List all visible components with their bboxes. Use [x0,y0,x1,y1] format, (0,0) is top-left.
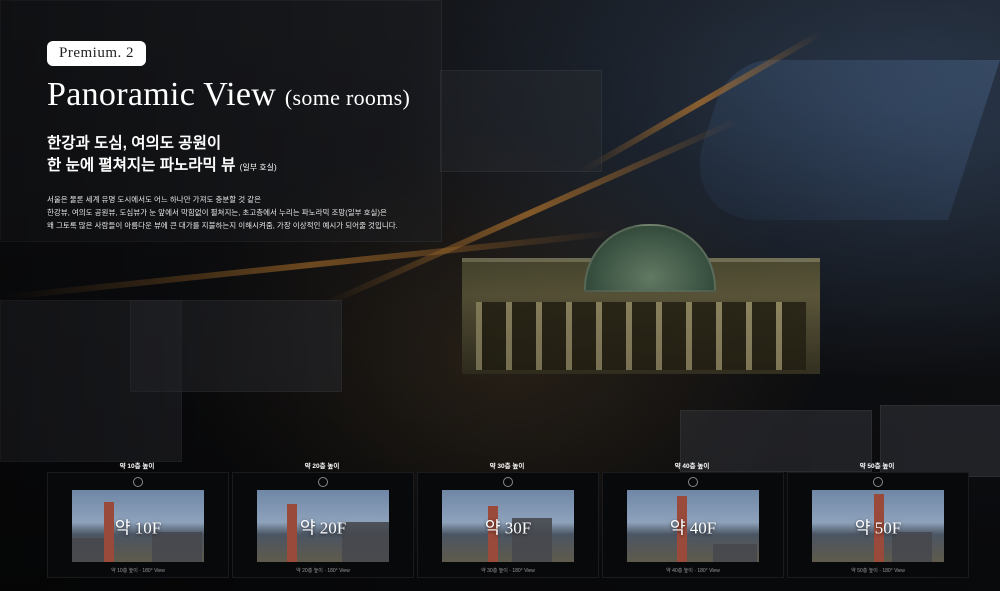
description-line3: 왜 그토록 많은 사람들이 아름다운 뷰에 큰 대가를 지불하는지 이해시켜줌,… [47,221,398,230]
floor-card-50[interactable]: 약 50층 높이 약 50F 약 50층 높이 · 180° View [787,460,969,578]
intro-section: Premium. 2 Panoramic View (some rooms) 한… [47,41,410,232]
brand-logo-icon [318,477,328,487]
brand-logo-icon [133,477,143,487]
floor-label: 약 20F [299,518,347,538]
view-photo: 약 50F [812,490,944,562]
card-frame: 약 20F 약 20층 높이 · 180° View [232,472,414,578]
brand-logo-icon [873,477,883,487]
floor-view-cards: 약 10층 높이 약 10F 약 10층 높이 · 180° View 약 20… [47,460,969,578]
view-photo: 약 10F [72,490,204,562]
view-photo: 약 20F [257,490,389,562]
korean-title-line1: 한강과 도심, 여의도 공원이 [47,135,222,152]
brand-logo-icon [503,477,513,487]
description-line2: 한강뷰, 여의도 공원뷰, 도심뷰가 눈 앞에서 막힘없이 펼쳐지는, 초고층에… [47,208,387,217]
card-label: 약 20층 높이 [304,463,340,470]
description: 서울은 물론 세계 유명 도시에서도 어느 하나만 가져도 충분할 것 같은 한… [47,193,410,232]
floor-card-10[interactable]: 약 10층 높이 약 10F 약 10층 높이 · 180° View [47,460,229,578]
korean-title: 한강과 도심, 여의도 공원이 한 눈에 펼쳐지는 파노라믹 뷰 (일부 호실) [47,133,410,179]
description-line1: 서울은 물론 세계 유명 도시에서도 어느 하나만 가져도 충분할 것 같은 [47,195,262,204]
card-caption: 약 10층 높이 · 180° View [111,568,165,574]
headline-main: Panoramic View [47,76,277,113]
card-caption: 약 30층 높이 · 180° View [481,568,535,574]
card-label: 약 50층 높이 [859,463,895,470]
view-photo: 약 30F [442,490,574,562]
card-frame: 약 40F 약 40층 높이 · 180° View [602,472,784,578]
card-frame: 약 30F 약 30층 높이 · 180° View [417,472,599,578]
card-frame: 약 50F 약 50층 높이 · 180° View [787,472,969,578]
korean-title-line2: 한 눈에 펼쳐지는 파노라믹 뷰 [47,157,236,174]
floor-label: 약 40F [669,518,717,538]
card-label: 약 30층 높이 [489,463,525,470]
floor-card-30[interactable]: 약 30층 높이 약 30F 약 30층 높이 · 180° View [417,460,599,578]
headline-sub: (some rooms) [284,85,411,110]
view-photo: 약 40F [627,490,759,562]
korean-title-note: (일부 호실) [239,163,277,172]
brand-logo-icon [688,477,698,487]
card-label: 약 10층 높이 [119,463,155,470]
floor-label: 약 10F [114,518,162,538]
floor-card-40[interactable]: 약 40층 높이 약 40F 약 40층 높이 · 180° View [602,460,784,578]
card-label: 약 40층 높이 [674,463,710,470]
card-caption: 약 40층 높이 · 180° View [666,568,720,574]
floor-label: 약 50F [854,518,902,538]
floor-label: 약 30F [484,518,532,538]
card-frame: 약 10F 약 10층 높이 · 180° View [47,472,229,578]
card-caption: 약 20층 높이 · 180° View [296,568,350,574]
headline: Panoramic View (some rooms) [47,74,410,119]
card-caption: 약 50층 높이 · 180° View [851,568,905,574]
floor-card-20[interactable]: 약 20층 높이 약 20F 약 20층 높이 · 180° View [232,460,414,578]
premium-badge: Premium. 2 [47,41,146,66]
